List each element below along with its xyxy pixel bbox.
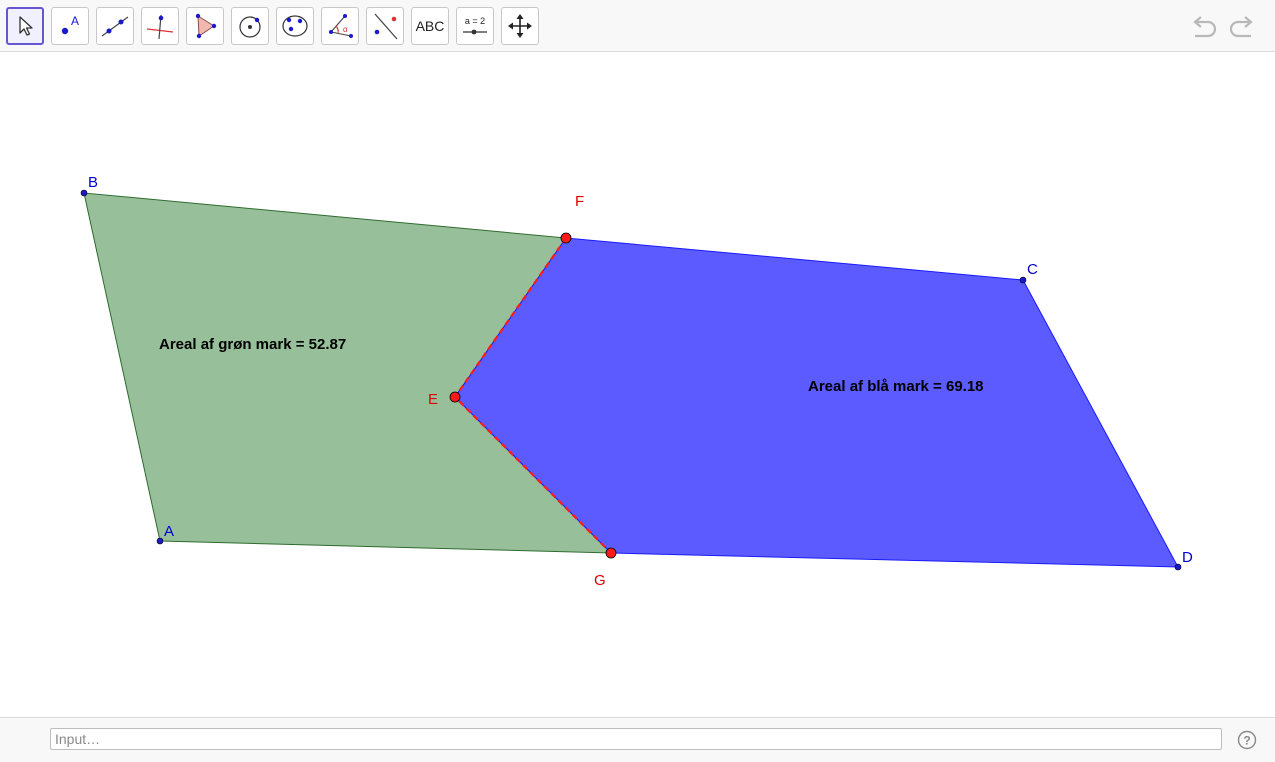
text-icon: ABC bbox=[415, 18, 445, 34]
text-tool-button[interactable]: ABC bbox=[411, 7, 449, 45]
move-tool-button[interactable] bbox=[6, 7, 44, 45]
help-icon: ? bbox=[1237, 730, 1257, 750]
point-icon: A bbox=[61, 14, 79, 35]
svg-text:A: A bbox=[71, 14, 79, 28]
input-bar: ? bbox=[0, 717, 1275, 762]
redo-button[interactable] bbox=[1226, 12, 1258, 40]
point-d[interactable] bbox=[1174, 563, 1182, 571]
move-arrows-icon bbox=[508, 14, 532, 38]
point-label-f: F bbox=[575, 193, 584, 210]
slider-icon: a = 2 bbox=[463, 16, 487, 35]
line-through-points-icon bbox=[101, 16, 129, 37]
point-a[interactable] bbox=[156, 537, 164, 545]
point-tool-button[interactable]: A bbox=[51, 7, 89, 45]
circle-center-point-icon bbox=[239, 16, 261, 38]
polygon-icon bbox=[195, 13, 217, 39]
perpendicular-line-tool-button[interactable] bbox=[141, 7, 179, 45]
polygon-tool-button[interactable] bbox=[186, 7, 224, 45]
point-b[interactable] bbox=[80, 189, 88, 197]
svg-text:α: α bbox=[343, 25, 348, 34]
point-label-d: D bbox=[1182, 549, 1193, 566]
point-label-b: B bbox=[88, 174, 98, 191]
point-g[interactable] bbox=[605, 547, 617, 559]
circle-tool-button[interactable] bbox=[231, 7, 269, 45]
undo-icon bbox=[1193, 16, 1217, 38]
angle-icon: α bbox=[329, 14, 353, 38]
algebra-input[interactable] bbox=[50, 728, 1222, 750]
line-tool-button[interactable] bbox=[96, 7, 134, 45]
point-label-a: A bbox=[164, 523, 174, 540]
reflect-about-line-icon bbox=[374, 13, 398, 40]
point-label-c: C bbox=[1027, 261, 1038, 278]
reflect-tool-button[interactable] bbox=[366, 7, 404, 45]
point-f[interactable] bbox=[560, 232, 572, 244]
perpendicular-line-icon bbox=[146, 14, 174, 40]
arrow-cursor-icon bbox=[19, 16, 33, 36]
redo-icon bbox=[1229, 16, 1253, 38]
svg-text:?: ? bbox=[1243, 734, 1250, 748]
help-button[interactable]: ? bbox=[1237, 730, 1257, 750]
graphics-view[interactable]: A B C D E F G Areal af grøn mark = 52.87… bbox=[0, 52, 1275, 717]
toolbar: A α ABC a = 2 bbox=[0, 0, 1275, 52]
undo-button[interactable] bbox=[1188, 12, 1220, 40]
svg-text:a = 2: a = 2 bbox=[465, 16, 485, 26]
point-c[interactable] bbox=[1019, 276, 1027, 284]
ellipse-icon bbox=[282, 15, 308, 37]
slider-tool-button[interactable]: a = 2 bbox=[456, 7, 494, 45]
point-label-g: G bbox=[594, 572, 606, 589]
blue-area-text[interactable]: Areal af blå mark = 69.18 bbox=[808, 378, 984, 395]
point-e[interactable] bbox=[449, 391, 461, 403]
point-label-e: E bbox=[428, 391, 438, 408]
conic-tool-button[interactable] bbox=[276, 7, 314, 45]
move-graphics-view-tool-button[interactable] bbox=[501, 7, 539, 45]
angle-tool-button[interactable]: α bbox=[321, 7, 359, 45]
green-area-text[interactable]: Areal af grøn mark = 52.87 bbox=[159, 336, 346, 353]
graphics-canvas[interactable]: A B C D E F G Areal af grøn mark = 52.87… bbox=[0, 52, 1275, 717]
